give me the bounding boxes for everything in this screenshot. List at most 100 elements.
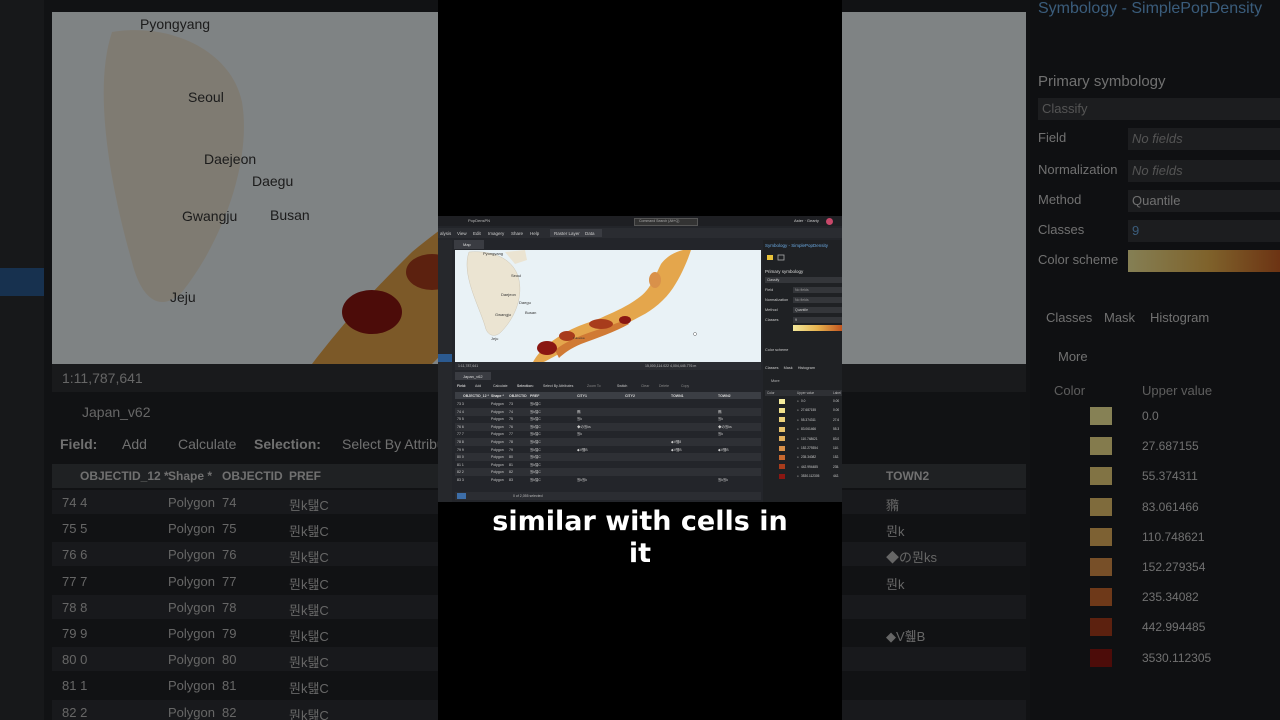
more-dropdown[interactable]: More <box>771 379 780 383</box>
col-color: Color <box>767 391 775 395</box>
class-label[interactable]: 442. <box>833 474 839 478</box>
class-row[interactable]: ≤442.994485 235. <box>765 463 842 471</box>
field-select[interactable]: No fields <box>793 287 842 293</box>
class-color-swatch[interactable] <box>779 473 785 479</box>
subtab-classes[interactable]: Classes <box>765 366 779 370</box>
class-label[interactable]: 235. <box>833 465 839 469</box>
class-row[interactable]: ≤3530.112305 442. <box>765 472 842 480</box>
column-header[interactable]: OBJECTID_12 * <box>463 394 489 398</box>
class-row[interactable]: ≤0.0 0.00 <box>765 397 842 405</box>
class-row[interactable]: ≤83.061466 55.3 <box>765 425 842 433</box>
class-color-swatch[interactable] <box>779 464 785 470</box>
calculate-field-button[interactable]: Calculate <box>493 384 508 388</box>
class-row[interactable]: ≤55.374311 27.6 <box>765 416 842 424</box>
map-label-fukuoka: Fukuoka <box>573 336 585 340</box>
menu-edit[interactable]: Edit <box>473 231 481 236</box>
menu-view[interactable]: View <box>457 231 467 236</box>
bg-sym-subtab: Mask <box>1104 310 1136 325</box>
class-color-swatch[interactable] <box>779 454 785 460</box>
table-row[interactable]: 83 3 Polygon 83 뭔k탪C 뭔k뭔k 뭔k뭔k <box>455 476 761 484</box>
menu-imagery[interactable]: Imagery <box>488 231 504 236</box>
class-row[interactable]: ≤110.748621 83.0 <box>765 435 842 443</box>
bg-class-swatch <box>1090 527 1112 546</box>
primary-symbology-icon[interactable] <box>766 253 774 261</box>
class-row[interactable]: ≤152.279354 110. <box>765 444 842 452</box>
column-header[interactable]: PREF <box>530 394 539 398</box>
class-label[interactable]: 0.00 <box>833 408 839 412</box>
command-search[interactable]: Command Search (Alt+Q) <box>634 218 698 226</box>
class-upper-value[interactable]: 83.061466 <box>801 427 816 431</box>
bg-class-value: 3530.112305 <box>1142 650 1212 665</box>
class-label[interactable]: 27.6 <box>833 418 839 422</box>
table-view-toggle[interactable] <box>457 493 466 499</box>
class-label[interactable]: 110. <box>833 446 839 450</box>
selected-layer-marker[interactable] <box>438 354 452 362</box>
tab-map[interactable]: Map <box>454 240 484 249</box>
class-color-swatch[interactable] <box>779 426 785 432</box>
map-scale[interactable]: 1:11,787,641 <box>458 364 478 368</box>
switch-button[interactable]: Switch <box>617 384 627 388</box>
class-upper-value[interactable]: 110.748621 <box>801 437 818 441</box>
class-color-swatch[interactable] <box>779 398 785 404</box>
class-upper-value[interactable]: 152.279354 <box>801 446 818 450</box>
clear-button[interactable]: Clear <box>641 384 649 388</box>
class-upper-value[interactable]: 0.0 <box>801 399 805 403</box>
table-cell: 73 <box>509 402 513 406</box>
class-color-swatch[interactable] <box>779 445 785 451</box>
subtab-histogram[interactable]: Histogram <box>798 366 815 370</box>
classes-input[interactable]: 9 <box>793 317 842 323</box>
menu-raster-layer[interactable]: Raster Layer <box>554 231 580 236</box>
class-color-swatch[interactable] <box>779 407 785 413</box>
class-upper-value[interactable]: 27.687155 <box>801 408 816 412</box>
bg-sym-renderer: Classify <box>1038 98 1280 120</box>
map-label-pyongyang: Pyongyang <box>483 251 504 256</box>
class-row[interactable]: ≤27.687155 0.00 <box>765 406 842 414</box>
method-select[interactable]: Quantile <box>793 307 842 313</box>
select-by-attributes-button[interactable]: Select By Attributes <box>543 384 573 388</box>
column-header[interactable]: TOWN1 <box>671 394 684 398</box>
tab-attribute-table[interactable]: Japan_v62 <box>455 372 491 380</box>
menu-help[interactable]: Help <box>530 231 539 236</box>
class-label[interactable]: 152. <box>833 455 839 459</box>
class-color-swatch[interactable] <box>779 436 785 442</box>
class-upper-value[interactable]: 3530.112305 <box>801 474 819 478</box>
bg-table-cell: 81 1 <box>62 678 88 694</box>
map-view[interactable]: Pyongyang Seoul Daejeon Daegu Gwangju Bu… <box>455 250 761 362</box>
table-cell: 뭔k탪C <box>530 478 541 482</box>
menu-analysis[interactable]: alysis <box>440 231 451 236</box>
class-upper-value[interactable]: 235.34082 <box>801 455 816 459</box>
column-header[interactable]: Shape * <box>491 394 504 398</box>
class-upper-value[interactable]: 442.994485 <box>801 465 818 469</box>
population-density-map <box>466 250 697 362</box>
menu-share[interactable]: Share <box>511 231 523 236</box>
avatar[interactable] <box>826 218 833 225</box>
column-header[interactable]: CITY1 <box>577 394 587 398</box>
class-row[interactable]: ≤235.34082 152. <box>765 453 842 461</box>
copy-button[interactable]: Copy <box>681 384 689 388</box>
column-header[interactable]: TOWN2 <box>718 394 731 398</box>
table-cell: 뭔k탪C <box>530 440 541 444</box>
delete-button[interactable]: Delete <box>659 384 669 388</box>
class-color-swatch[interactable] <box>779 417 785 423</box>
table-cell: 뭔k탪C <box>530 417 541 422</box>
renderer-select[interactable]: Classify <box>765 277 842 283</box>
color-scheme-ramp[interactable] <box>793 325 842 331</box>
class-upper-value[interactable]: 55.374311 <box>801 418 816 422</box>
bg-left-strip <box>0 0 44 720</box>
bg-map-label: Pyongyang <box>140 16 211 32</box>
menu-data[interactable]: Data <box>585 231 595 236</box>
vary-symbology-icon[interactable] <box>777 253 785 261</box>
method-value: Quantile <box>795 308 809 312</box>
table-cell: 81 1 <box>457 462 464 467</box>
table-status-bar: 0 of 2,055 selected <box>455 492 761 500</box>
column-header[interactable]: CITY2 <box>625 394 635 398</box>
column-header[interactable]: OBJECTID <box>509 394 527 398</box>
class-label[interactable]: 83.0 <box>833 437 839 441</box>
class-label[interactable]: 55.3 <box>833 427 839 431</box>
add-field-button[interactable]: Add <box>475 384 481 388</box>
zoom-to-button[interactable]: Zoom To <box>587 384 601 388</box>
subtab-mask[interactable]: Mask <box>784 366 793 370</box>
class-label[interactable]: 0.00 <box>833 399 839 403</box>
bg-col: OBJECTID_12 * <box>80 469 169 483</box>
normalization-select[interactable]: No fields <box>793 297 842 303</box>
